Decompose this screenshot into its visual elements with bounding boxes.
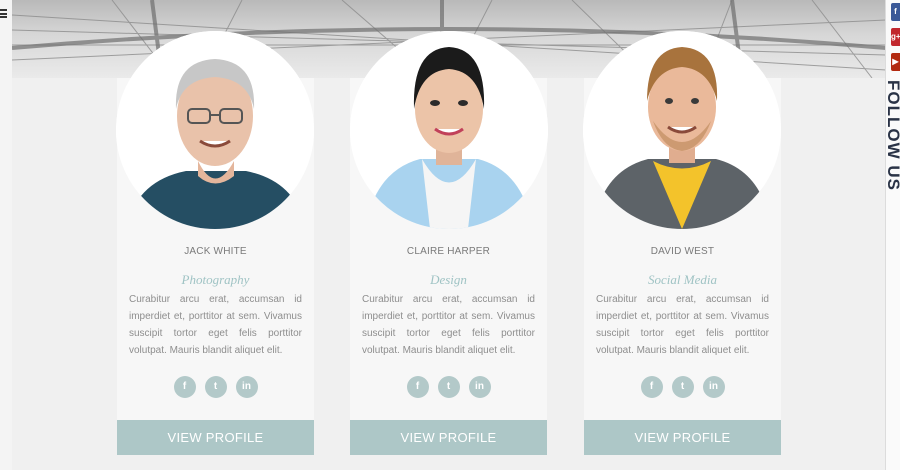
facebook-icon[interactable]: f [640, 376, 663, 398]
linkedin-icon[interactable]: in [235, 376, 258, 398]
facebook-icon[interactable]: f [406, 376, 429, 398]
view-profile-button[interactable]: VIEW PROFILE [117, 420, 314, 455]
member-role: Design [430, 272, 467, 287]
member-name: DAVID WEST [650, 246, 715, 257]
facebook-icon: f [894, 7, 897, 16]
avatar [583, 31, 781, 229]
follow-google-plus-button[interactable]: g+ [891, 28, 900, 46]
member-description: Curabitur arcu erat, accumsan id imperdi… [129, 294, 302, 356]
member-role: Photography [181, 272, 250, 287]
member-social-links: f t in [584, 376, 781, 399]
twitter-icon[interactable]: t [671, 376, 694, 398]
hamburger-icon[interactable] [0, 9, 7, 18]
twitter-icon[interactable]: t [437, 376, 460, 398]
follow-youtube-button[interactable]: ▶ [891, 53, 900, 71]
avatar [350, 31, 548, 229]
member-name: CLAIRE HARPER [406, 246, 491, 257]
twitter-icon[interactable]: t [204, 376, 227, 398]
facebook-icon[interactable]: f [173, 376, 196, 398]
youtube-icon: ▶ [892, 57, 899, 66]
member-social-links: f t in [350, 376, 547, 399]
member-role: Social Media [648, 272, 717, 287]
follow-facebook-button[interactable]: f [891, 3, 900, 21]
follow-us-label: FOLLOW US [884, 80, 900, 191]
linkedin-icon[interactable]: in [468, 376, 491, 398]
view-profile-button[interactable]: VIEW PROFILE [584, 420, 781, 455]
google-plus-icon: g+ [891, 32, 900, 41]
linkedin-icon[interactable]: in [702, 376, 725, 398]
member-social-links: f t in [117, 376, 314, 399]
view-profile-button[interactable]: VIEW PROFILE [350, 420, 547, 455]
member-description: Curabitur arcu erat, accumsan id imperdi… [596, 294, 769, 356]
member-description: Curabitur arcu erat, accumsan id imperdi… [362, 294, 535, 356]
avatar [116, 31, 314, 229]
member-name: JACK WHITE [184, 246, 247, 257]
